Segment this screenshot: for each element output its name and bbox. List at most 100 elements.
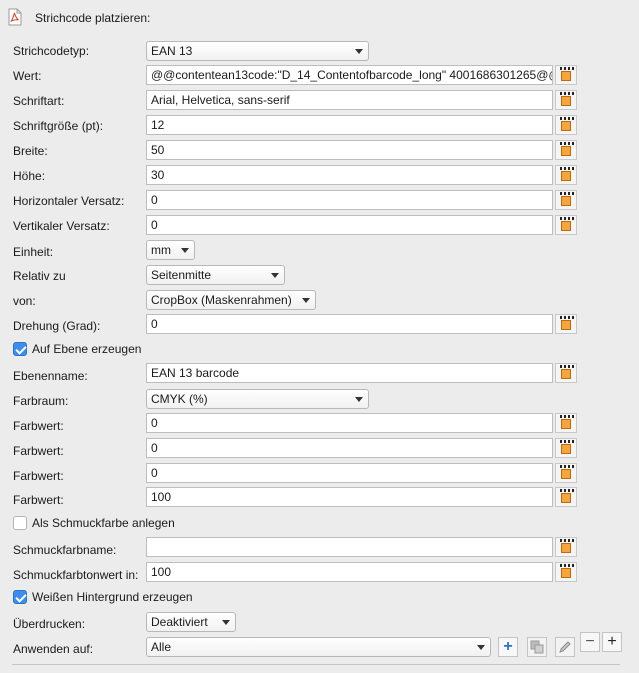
barcode-type-select[interactable]: EAN 13 [146, 41, 369, 61]
width-input[interactable]: 50 [146, 140, 553, 160]
remove-button[interactable]: − [580, 632, 600, 652]
colorspace-select[interactable]: CMYK (%) [146, 389, 369, 409]
layer-name-input[interactable]: EAN 13 barcode [146, 363, 553, 383]
variable-icon [560, 365, 574, 368]
duplicate-button[interactable] [527, 637, 547, 657]
add-button[interactable]: + [602, 632, 622, 652]
color-value-variable-button-1[interactable] [555, 413, 577, 433]
add-item-button[interactable]: + [498, 637, 518, 657]
variable-icon [560, 465, 574, 468]
v-offset-input[interactable]: 0 [146, 215, 553, 235]
font-size-input[interactable]: 12 [146, 115, 553, 135]
value-variable-button[interactable] [555, 65, 577, 85]
of-label: von: [13, 294, 36, 308]
color-value-input-3[interactable]: 0 [146, 463, 553, 483]
spot-tint-variable-button[interactable] [555, 562, 577, 582]
edit-button[interactable] [555, 637, 575, 657]
barcode-type-label: Strichcodetyp: [13, 44, 90, 58]
relative-to-value: Seitenmitte [151, 268, 212, 282]
variable-icon [560, 92, 574, 95]
apply-to-select[interactable]: Alle [146, 637, 491, 657]
chevron-down-icon [477, 645, 485, 650]
color-value-input-2[interactable]: 0 [146, 438, 553, 458]
plus-icon: + [607, 633, 617, 650]
variable-icon [560, 167, 574, 170]
value-label: Wert: [13, 69, 42, 83]
of-select[interactable]: CropBox (Maskenrahmen) [146, 290, 316, 310]
colorspace-label: Farbraum: [13, 394, 69, 408]
chevron-down-icon [181, 248, 189, 253]
chevron-down-icon [222, 620, 230, 625]
color-value-variable-button-4[interactable] [555, 487, 577, 507]
variable-icon [560, 539, 574, 542]
color-value-label-2: Farbwert: [13, 444, 64, 458]
font-input[interactable]: Arial, Helvetica, sans-serif [146, 90, 553, 110]
minus-icon: − [585, 633, 595, 650]
color-value-input-4[interactable]: 100 [146, 487, 553, 507]
spot-color-checkbox[interactable] [13, 516, 27, 530]
height-variable-button[interactable] [555, 165, 577, 185]
rotation-input[interactable]: 0 [146, 314, 553, 334]
overprint-select[interactable]: Deaktiviert [146, 612, 236, 632]
spot-tint-label: Schmuckfarbtonwert in: [13, 568, 139, 582]
of-value: CropBox (Maskenrahmen) [151, 293, 292, 307]
apply-to-value: Alle [151, 640, 172, 654]
v-offset-label: Vertikaler Versatz: [13, 219, 110, 233]
spot-name-variable-button[interactable] [555, 537, 577, 557]
variable-icon [560, 440, 574, 443]
overprint-value: Deaktiviert [151, 615, 208, 629]
h-offset-label: Horizontaler Versatz: [13, 194, 125, 208]
create-layer-label: Auf Ebene erzeugen [32, 342, 142, 356]
pdf-file-icon [8, 8, 22, 26]
variable-icon [560, 564, 574, 567]
width-label: Breite: [13, 144, 48, 158]
color-value-variable-button-3[interactable] [555, 463, 577, 483]
spot-color-label: Als Schmuckfarbe anlegen [32, 516, 175, 530]
plus-icon: + [503, 638, 513, 655]
divider [12, 664, 620, 665]
variable-icon [560, 117, 574, 120]
apply-to-label: Anwenden auf: [13, 642, 94, 656]
duplicate-icon [530, 640, 544, 654]
layer-name-variable-button[interactable] [555, 363, 577, 383]
value-input[interactable]: @@contentean13code:"D_14_Contentofbarcod… [146, 65, 553, 85]
h-offset-variable-button[interactable] [555, 190, 577, 210]
color-value-label-1: Farbwert: [13, 419, 64, 433]
spot-tint-input[interactable]: 100 [146, 562, 553, 582]
white-bg-checkbox[interactable] [13, 590, 27, 604]
variable-icon [560, 192, 574, 195]
barcode-type-value: EAN 13 [151, 44, 193, 58]
font-size-variable-button[interactable] [555, 115, 577, 135]
v-offset-variable-button[interactable] [555, 215, 577, 235]
font-size-label: Schriftgröße (pt): [13, 119, 104, 133]
h-offset-input[interactable]: 0 [146, 190, 553, 210]
color-value-label-4: Farbwert: [13, 493, 64, 507]
create-layer-checkbox[interactable] [13, 342, 27, 356]
variable-icon [560, 67, 574, 70]
chevron-down-icon [355, 397, 363, 402]
variable-icon [560, 415, 574, 418]
unit-label: Einheit: [13, 245, 54, 259]
color-value-label-3: Farbwert: [13, 469, 64, 483]
variable-icon [560, 142, 574, 145]
unit-select[interactable]: mm [146, 240, 195, 260]
rotation-variable-button[interactable] [555, 314, 577, 334]
height-label: Höhe: [13, 169, 46, 183]
spot-name-label: Schmuckfarbname: [13, 543, 117, 557]
font-variable-button[interactable] [555, 90, 577, 110]
color-value-variable-button-2[interactable] [555, 438, 577, 458]
rotation-label: Drehung (Grad): [13, 319, 101, 333]
spot-name-input[interactable] [146, 537, 553, 557]
unit-value: mm [151, 243, 171, 257]
layer-name-label: Ebenenname: [13, 369, 88, 383]
chevron-down-icon [271, 273, 279, 278]
height-input[interactable]: 30 [146, 165, 553, 185]
colorspace-value: CMYK (%) [151, 392, 208, 406]
width-variable-button[interactable] [555, 140, 577, 160]
relative-to-select[interactable]: Seitenmitte [146, 265, 285, 285]
overprint-label: Überdrucken: [13, 617, 86, 631]
color-value-input-1[interactable]: 0 [146, 413, 553, 433]
chevron-down-icon [355, 49, 363, 54]
white-bg-label: Weißen Hintergrund erzeugen [32, 590, 193, 604]
page-title: Strichcode platzieren: [35, 11, 151, 25]
